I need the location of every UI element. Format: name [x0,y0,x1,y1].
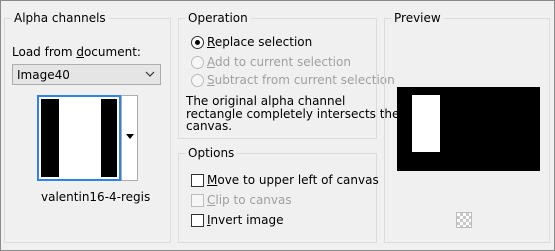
move-to-upper-left-checkbox-box[interactable] [191,174,204,187]
operation-message-line-3: canvas. [186,119,233,133]
channel-thumbnail-image [41,99,117,177]
channel-name-label: valentin16-4-regis [41,190,151,204]
preview-white-area [412,95,440,152]
chevron-down-icon [145,71,155,77]
add-to-selection-radio-indicator[interactable] [191,56,204,69]
replace-selection-label[interactable]: Replace selection [207,35,312,49]
radio-dot [195,40,200,45]
preview-title: Preview [391,10,444,26]
alpha-channels-title: Alpha channels [11,10,109,26]
checkerboard-icon[interactable] [456,212,472,228]
preview-image [397,87,540,171]
channel-thumbnail[interactable] [37,95,121,181]
operation-title: Operation [185,10,251,26]
clip-to-canvas-label[interactable]: Clip to canvas [207,193,292,207]
invert-image-label[interactable]: Invert image [207,213,283,227]
operation-message-line-1: The original alpha channel [186,94,346,108]
replace-selection-radio-indicator[interactable] [191,36,204,49]
subtract-from-selection-label[interactable]: Subtract from current selection [207,73,395,87]
subtract-from-selection-radio-indicator[interactable] [191,74,204,87]
options-title: Options [185,145,238,161]
load-from-document-label: Load from document: [12,45,141,59]
clip-to-canvas-checkbox-box[interactable] [191,194,204,207]
invert-image-checkbox-box[interactable] [191,214,204,227]
document-select[interactable]: Image40 [12,64,161,85]
thumbnail-white-area [59,99,101,177]
document-select-value: Image40 [17,68,70,82]
dropdown-arrow-icon [126,134,134,139]
channel-dropdown-button[interactable] [121,95,138,181]
operation-message: The original alpha channel rectangle com… [186,95,399,133]
move-to-upper-left-label[interactable]: Move to upper left of canvas [207,173,379,187]
add-to-selection-label[interactable]: Add to current selection [207,55,351,69]
